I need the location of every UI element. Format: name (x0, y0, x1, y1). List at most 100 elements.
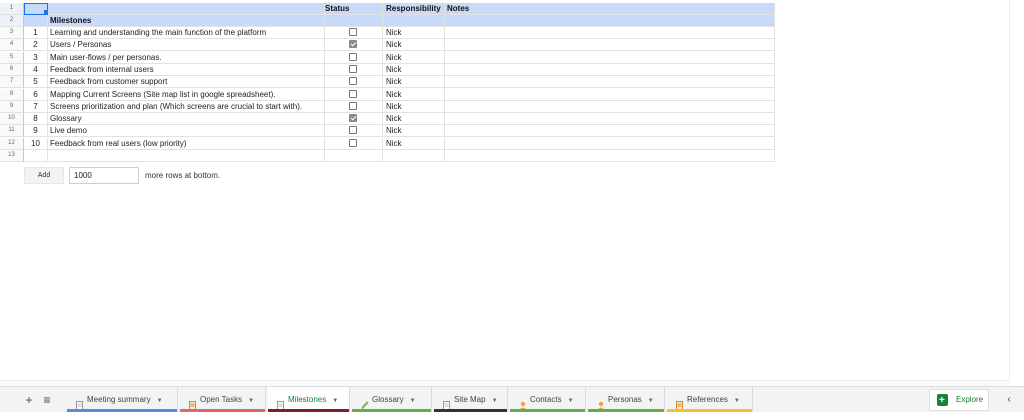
responsibility-cell[interactable]: Nick (383, 27, 445, 39)
notes-cell[interactable] (445, 125, 775, 138)
milestone-number[interactable]: 7 (24, 100, 48, 113)
milestone-task[interactable] (48, 150, 325, 162)
sheet-tab[interactable]: Open Tasks ▼ (180, 387, 266, 412)
cell-c2[interactable] (325, 15, 383, 27)
milestone-number[interactable]: 8 (24, 113, 48, 126)
status-cell[interactable] (325, 39, 383, 52)
status-cell[interactable] (325, 76, 383, 89)
status-checkbox[interactable] (349, 114, 357, 123)
status-cell[interactable] (325, 100, 383, 113)
milestone-task[interactable]: Feedback from internal users (48, 63, 325, 76)
chevron-down-icon[interactable]: ▼ (332, 398, 338, 404)
sheet-tab[interactable]: Glossary ▼ (352, 387, 432, 412)
notes-header[interactable]: Notes (445, 3, 775, 15)
row-number[interactable]: 9 (0, 100, 24, 113)
status-checkbox[interactable] (349, 40, 357, 49)
row-number[interactable]: 3 (0, 27, 24, 39)
row-number[interactable]: 6 (0, 63, 24, 76)
responsibility-cell[interactable]: Nick (383, 137, 445, 150)
status-checkbox[interactable] (349, 64, 357, 73)
explore-button[interactable]: Explore (929, 389, 989, 411)
cell-d2[interactable] (383, 15, 445, 27)
notes-cell[interactable] (445, 63, 775, 76)
milestone-task[interactable]: Live demo (48, 125, 325, 138)
vertical-scrollbar[interactable] (1009, 0, 1024, 380)
responsibility-cell[interactable] (383, 150, 445, 162)
responsibility-cell[interactable]: Nick (383, 76, 445, 89)
status-header[interactable]: Status (325, 3, 383, 15)
row-number[interactable]: 1 (0, 3, 24, 15)
chevron-down-icon[interactable]: ▼ (157, 398, 163, 404)
status-checkbox[interactable] (349, 126, 357, 135)
row-number[interactable]: 13 (0, 150, 24, 162)
status-cell[interactable] (325, 125, 383, 138)
milestone-task[interactable]: Main user-flows / per personas. (48, 51, 325, 64)
add-rows-button[interactable]: Add (24, 167, 64, 184)
chevron-down-icon[interactable]: ▼ (492, 398, 498, 404)
notes-cell[interactable] (445, 137, 775, 150)
row-number[interactable]: 7 (0, 76, 24, 89)
milestone-number[interactable]: 1 (24, 27, 48, 39)
sheet-tab[interactable]: Personas ▼ (588, 387, 665, 412)
responsibility-cell[interactable]: Nick (383, 113, 445, 126)
status-checkbox[interactable] (349, 77, 357, 86)
chevron-left-icon[interactable]: ‹ (1000, 391, 1018, 409)
notes-cell[interactable] (445, 150, 775, 162)
rows-count-input[interactable] (69, 167, 139, 184)
milestone-task[interactable]: Users / Personas (48, 39, 325, 52)
responsibility-cell[interactable]: Nick (383, 88, 445, 101)
cell-a2[interactable] (24, 15, 48, 27)
status-checkbox[interactable] (349, 89, 357, 98)
milestones-header[interactable]: Milestones (48, 15, 325, 27)
notes-cell[interactable] (445, 113, 775, 126)
sheet-tab[interactable]: Milestones ▼ (268, 387, 350, 412)
milestone-number[interactable]: 10 (24, 137, 48, 150)
responsibility-cell[interactable]: Nick (383, 63, 445, 76)
status-cell[interactable] (325, 63, 383, 76)
chevron-down-icon[interactable]: ▼ (410, 398, 416, 404)
milestone-task[interactable]: Screens prioritization and plan (Which s… (48, 100, 325, 113)
status-cell[interactable] (325, 51, 383, 64)
sheet-tab[interactable]: References ▼ (667, 387, 753, 412)
milestone-task[interactable]: Feedback from real users (low priority) (48, 137, 325, 150)
add-sheet-icon[interactable]: + (20, 391, 38, 409)
milestone-number[interactable]: 5 (24, 76, 48, 89)
milestone-number[interactable] (24, 150, 48, 162)
row-number[interactable]: 5 (0, 51, 24, 64)
status-checkbox[interactable] (349, 138, 357, 147)
notes-cell[interactable] (445, 76, 775, 89)
milestone-number[interactable]: 3 (24, 51, 48, 64)
cell-e2[interactable] (445, 15, 775, 27)
cell-b1[interactable] (48, 3, 325, 15)
status-checkbox[interactable] (349, 28, 357, 36)
selection-handle[interactable] (44, 10, 48, 14)
status-cell[interactable] (325, 137, 383, 150)
sheet-tab[interactable]: Meeting summary ▼ (67, 387, 178, 412)
milestone-number[interactable]: 2 (24, 39, 48, 52)
status-cell[interactable] (325, 88, 383, 101)
milestone-number[interactable]: 9 (24, 125, 48, 138)
all-sheets-icon[interactable]: ≡ (38, 391, 56, 409)
responsibility-cell[interactable]: Nick (383, 125, 445, 138)
status-checkbox[interactable] (349, 101, 357, 110)
milestone-number[interactable]: 6 (24, 88, 48, 101)
row-number[interactable]: 10 (0, 113, 24, 126)
status-cell[interactable] (325, 27, 383, 39)
sheet-tab[interactable]: Contacts ▼ (510, 387, 586, 412)
notes-cell[interactable] (445, 39, 775, 52)
status-cell[interactable] (325, 113, 383, 126)
chevron-down-icon[interactable]: ▼ (734, 398, 740, 404)
row-number[interactable]: 12 (0, 137, 24, 150)
responsibility-cell[interactable]: Nick (383, 100, 445, 113)
milestone-task[interactable]: Glossary (48, 113, 325, 126)
sheet-tab[interactable]: Site Map ▼ (434, 387, 508, 412)
notes-cell[interactable] (445, 100, 775, 113)
milestone-task[interactable]: Mapping Current Screens (Site map list i… (48, 88, 325, 101)
status-cell[interactable] (325, 150, 383, 162)
responsibility-cell[interactable]: Nick (383, 51, 445, 64)
chevron-down-icon[interactable]: ▼ (248, 398, 254, 404)
chevron-down-icon[interactable]: ▼ (648, 398, 654, 404)
row-number[interactable]: 8 (0, 88, 24, 101)
responsibility-cell[interactable]: Nick (383, 39, 445, 52)
chevron-down-icon[interactable]: ▼ (568, 398, 574, 404)
